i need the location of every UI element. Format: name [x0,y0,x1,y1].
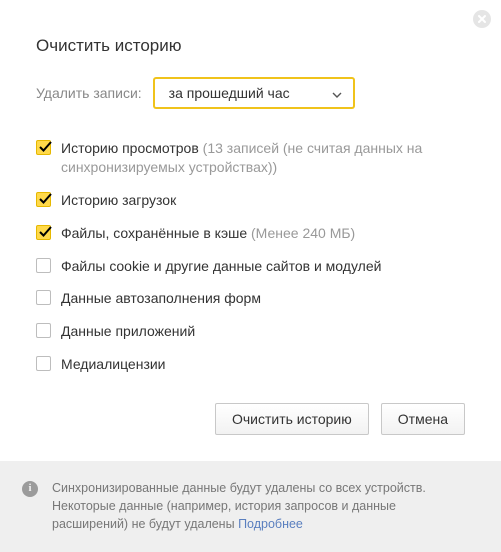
dialog-buttons: Очистить историю Отмена [36,403,465,435]
option-checkbox[interactable] [36,192,51,207]
footer-text-wrap: Синхронизированные данные будут удалены … [52,479,473,533]
option-label[interactable]: Медиалицензии [61,355,166,374]
info-icon: i [22,481,38,497]
option-row: Историю загрузок [36,184,465,217]
dialog-title: Очистить историю [36,36,465,56]
clear-button[interactable]: Очистить историю [215,403,369,435]
option-label-text: Файлы cookie и другие данные сайтов и мо… [61,258,381,274]
option-label-text: Файлы, сохранённые в кэше [61,225,247,241]
clear-history-dialog: Очистить историю Удалить записи: за прош… [0,0,501,551]
option-label-text: Медиалицензии [61,356,166,372]
option-row: Данные автозаполнения форм [36,282,465,315]
period-row: Удалить записи: за прошедший час [36,78,465,108]
option-label[interactable]: Файлы, сохранённые в кэше (Менее 240 МБ) [61,224,355,243]
option-hint: (Менее 240 МБ) [251,225,355,241]
period-select[interactable]: за прошедший час [154,78,354,108]
option-row: Данные приложений [36,315,465,348]
option-label-text: Историю просмотров [61,140,199,156]
option-row: Файлы, сохранённые в кэше (Менее 240 МБ) [36,217,465,250]
option-checkbox[interactable] [36,225,51,240]
option-label-text: Данные приложений [61,323,195,339]
option-row: Медиалицензии [36,348,465,381]
options-list: Историю просмотров (13 записей (не счита… [36,132,465,381]
period-select-value: за прошедший час [169,85,290,101]
option-label-text: Данные автозаполнения форм [61,290,261,306]
footer-link[interactable]: Подробнее [238,517,303,531]
option-row: Историю просмотров (13 записей (не счита… [36,132,465,184]
option-label-text: Историю загрузок [61,192,176,208]
option-label[interactable]: Данные автозаполнения форм [61,289,261,308]
footer-note: i Синхронизированные данные будут удален… [0,461,501,551]
option-checkbox[interactable] [36,140,51,155]
option-label[interactable]: Историю просмотров (13 записей (не счита… [61,139,465,177]
option-checkbox[interactable] [36,356,51,371]
option-label[interactable]: Данные приложений [61,322,195,341]
cancel-button[interactable]: Отмена [381,403,465,435]
option-checkbox[interactable] [36,258,51,273]
option-checkbox[interactable] [36,323,51,338]
period-label: Удалить записи: [36,85,142,101]
close-icon[interactable] [473,10,491,28]
option-label[interactable]: Историю загрузок [61,191,176,210]
option-label[interactable]: Файлы cookie и другие данные сайтов и мо… [61,257,381,276]
option-checkbox[interactable] [36,290,51,305]
option-row: Файлы cookie и другие данные сайтов и мо… [36,250,465,283]
